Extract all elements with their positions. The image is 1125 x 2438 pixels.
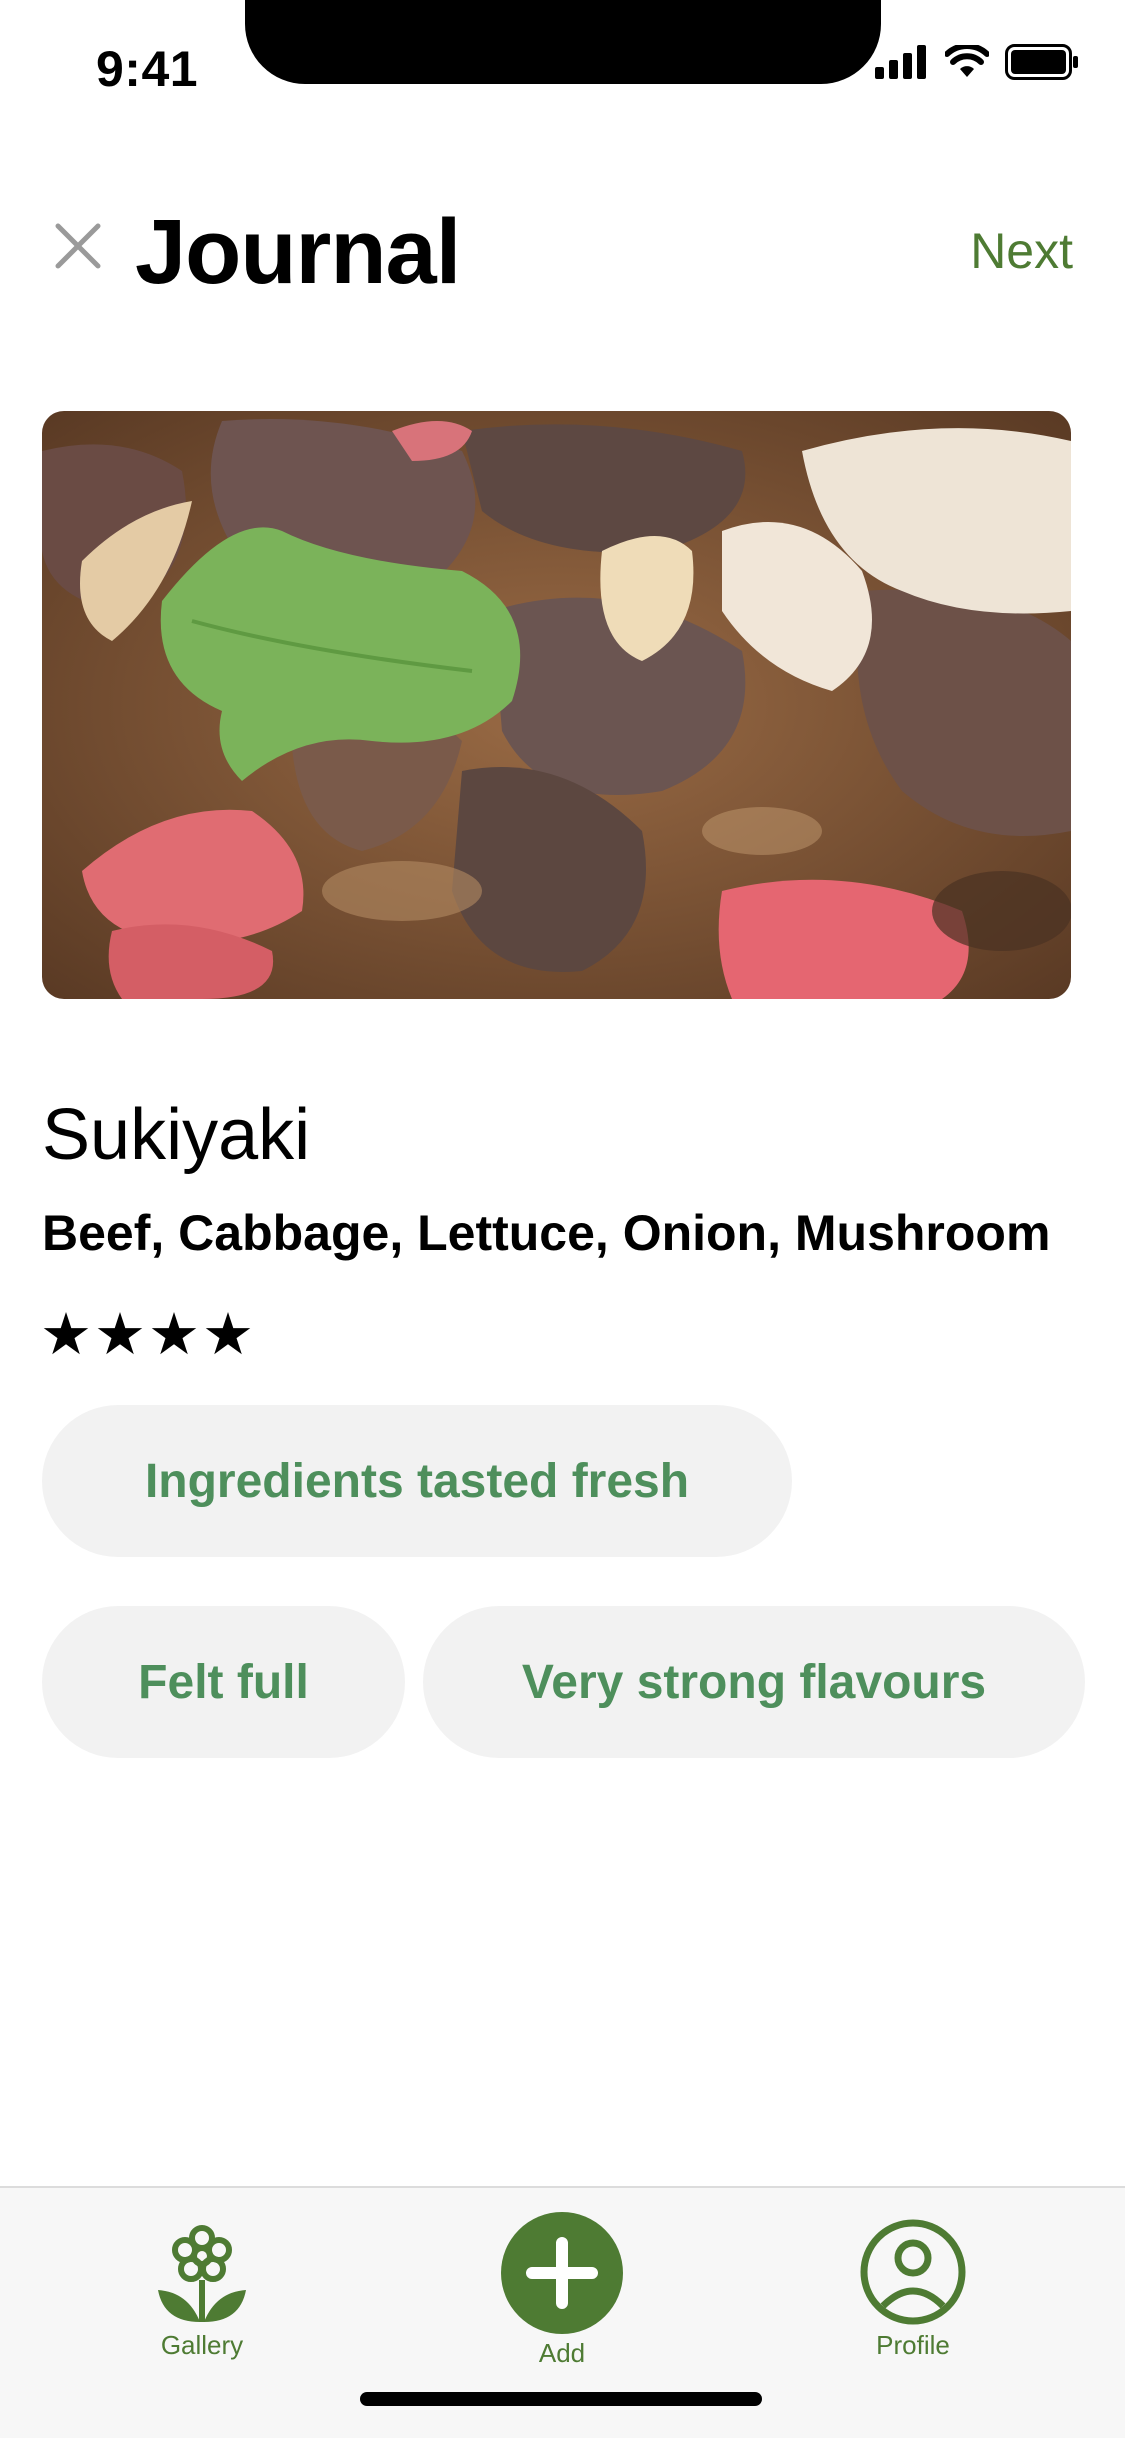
status-icons xyxy=(875,44,1079,80)
signal-icon xyxy=(875,45,926,79)
close-icon[interactable] xyxy=(52,220,104,272)
battery-icon xyxy=(1005,44,1078,80)
star-rating: ★★★★ xyxy=(40,1302,256,1367)
wifi-icon xyxy=(945,45,989,77)
tab-label-gallery: Gallery xyxy=(160,2330,244,2360)
next-button[interactable]: Next xyxy=(970,222,1073,280)
sukiyaki-photo xyxy=(42,411,1071,999)
dish-ingredients: Beef, Cabbage, Lettuce, Onion, Mushroom xyxy=(42,1205,1051,1261)
status-time: 9:41 xyxy=(96,41,199,97)
tag-chip[interactable]: Felt full xyxy=(42,1606,405,1758)
tab-label-add: Add xyxy=(538,2338,586,2368)
home-indicator xyxy=(360,2392,762,2406)
tag-chip[interactable]: Ingredients tasted fresh xyxy=(42,1405,792,1557)
flower-icon xyxy=(158,2225,246,2322)
status-bar: 9:41 xyxy=(0,0,1125,132)
dish-title: Sukiyaki xyxy=(42,1095,311,1175)
tab-label-profile: Profile xyxy=(876,2330,950,2360)
tag-chip[interactable]: Very strong flavours xyxy=(423,1606,1085,1758)
user-circle-icon xyxy=(860,2219,966,2325)
page-title: Journal xyxy=(135,201,461,303)
tab-gallery[interactable]: Gallery xyxy=(152,2222,252,2361)
tab-profile[interactable]: Profile xyxy=(858,2218,968,2361)
device-notch xyxy=(245,0,881,84)
plus-circle-icon xyxy=(501,2212,623,2334)
journal-header: Journal Next xyxy=(0,190,1125,330)
tab-add[interactable]: Add xyxy=(500,2212,624,2369)
